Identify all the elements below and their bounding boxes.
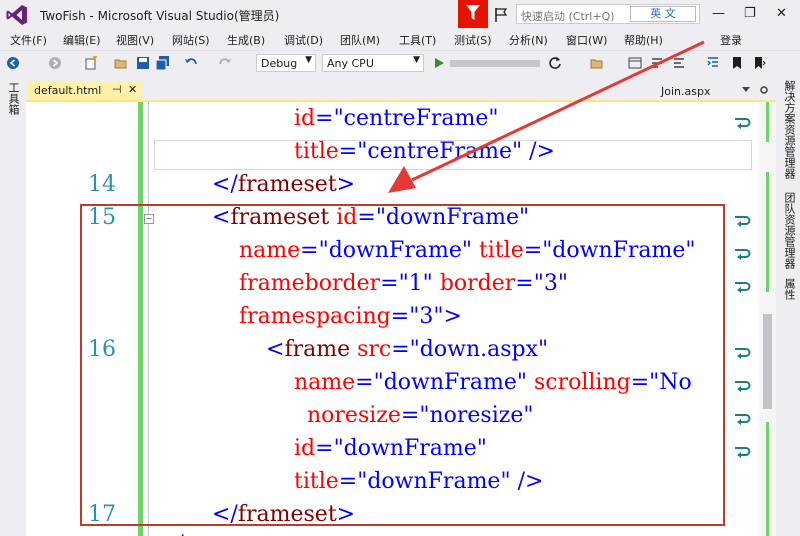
redo-icon[interactable] — [218, 56, 232, 70]
word-wrap-icon — [735, 282, 751, 293]
quick-launch-input[interactable]: 快速启动 (Ctrl+Q) 英 文 — [516, 4, 700, 24]
sign-in-link[interactable]: 登录 — [720, 32, 742, 48]
window-title: TwoFish - Microsoft Visual Studio(管理员) — [40, 9, 280, 23]
menu-bar: 文件(F) 编辑(E) 视图(V) 网站(S) 生成(B) 调试(D) 团队(M… — [0, 30, 800, 50]
solution-platform-select[interactable]: Any CPU ▼ — [322, 54, 424, 72]
undo-icon[interactable] — [184, 56, 198, 70]
restore-button[interactable]: ❐ — [744, 6, 756, 21]
word-wrap-icon — [735, 118, 751, 129]
start-debugging-icon[interactable] — [432, 56, 446, 70]
ime-language-indicator[interactable]: 英 文 — [630, 6, 696, 22]
minimize-button[interactable]: — — [712, 6, 725, 21]
solution-configuration-value: Debug — [261, 57, 298, 70]
properties-tab[interactable]: 属性 — [781, 278, 797, 300]
code-line: </frameset> — [212, 172, 356, 197]
close-button[interactable]: ✕ — [776, 6, 787, 21]
menu-debug[interactable]: 调试(D) — [284, 32, 323, 48]
document-tab-row: default.html ⊣ ✕ Join.aspx — [26, 76, 776, 100]
tab-join-aspx[interactable]: Join.aspx — [661, 85, 710, 98]
menu-view[interactable]: 视图(V) — [116, 32, 154, 48]
code-line-partial: </ — [158, 532, 184, 536]
code-editor[interactable]: − id="centreFrame" title="centreFrame" /… — [26, 100, 776, 536]
notification-flag-icon[interactable] — [494, 7, 508, 23]
standard-toolbar: Debug ▼ Any CPU ▼ — [0, 50, 800, 77]
team-explorer-tab[interactable]: 团队资源管理器 — [781, 192, 797, 269]
scroll-change-marker — [766, 102, 769, 142]
folder-icon[interactable] — [590, 56, 604, 70]
menu-tools[interactable]: 工具(T) — [399, 32, 436, 48]
menu-analyze[interactable]: 分析(N) — [509, 32, 548, 48]
solution-explorer-tab[interactable]: 解决方案资源管理器 — [781, 80, 797, 179]
indent-icon[interactable] — [706, 56, 720, 70]
visual-studio-logo-icon — [6, 5, 27, 25]
menu-build[interactable]: 生成(B) — [227, 32, 265, 48]
word-wrap-icon — [735, 447, 751, 458]
tab-label: default.html — [34, 84, 102, 97]
line-number: 14 — [88, 172, 116, 197]
solution-configuration-select[interactable]: Debug ▼ — [256, 54, 316, 72]
back-icon[interactable] — [6, 56, 20, 70]
word-wrap-icon — [735, 414, 751, 425]
menu-edit[interactable]: 编辑(E) — [63, 32, 101, 48]
close-tab-icon[interactable]: ✕ — [128, 83, 137, 96]
solution-platform-value: Any CPU — [327, 57, 374, 70]
save-icon[interactable] — [136, 56, 150, 70]
comment-icon[interactable] — [650, 56, 664, 70]
word-wrap-icon — [735, 381, 751, 392]
scroll-thumb[interactable] — [763, 314, 772, 409]
tab-default-html[interactable]: default.html ⊣ ✕ — [28, 81, 142, 100]
code-line: id="centreFrame" — [294, 106, 499, 131]
bookmark-prev-icon[interactable] — [752, 56, 766, 70]
layout-icon[interactable] — [628, 56, 642, 70]
tab-list-dropdown-icon[interactable] — [741, 86, 751, 94]
menu-window[interactable]: 窗口(W) — [566, 32, 607, 48]
settings-gear-icon[interactable] — [759, 84, 769, 96]
menu-test[interactable]: 测试(S) — [454, 32, 492, 48]
menu-team[interactable]: 团队(M) — [340, 32, 380, 48]
menu-file[interactable]: 文件(F) — [10, 32, 47, 48]
annotation-highlight-box — [80, 204, 725, 526]
quick-launch-placeholder: 快速启动 (Ctrl+Q) — [521, 10, 615, 23]
chevron-down-icon: ▼ — [305, 55, 312, 65]
bookmark-icon[interactable] — [730, 56, 744, 70]
title-bar: TwoFish - Microsoft Visual Studio(管理员) 快… — [0, 0, 800, 30]
vertical-scrollbar[interactable] — [759, 102, 776, 536]
code-line: title="centreFrame" /> — [294, 139, 555, 164]
save-all-icon[interactable] — [156, 56, 170, 70]
toolbox-tab[interactable]: 工具箱 — [5, 82, 21, 115]
word-wrap-icon — [735, 249, 751, 260]
browser-target-blurred[interactable] — [450, 60, 540, 67]
word-wrap-icon — [735, 348, 751, 359]
forward-icon[interactable] — [48, 56, 62, 70]
pin-icon[interactable]: ⊣ — [112, 83, 122, 96]
scroll-change-marker — [766, 422, 769, 536]
open-file-icon[interactable] — [114, 56, 128, 70]
left-tool-strip: 工具箱 — [0, 76, 22, 536]
right-tool-strip: 解决方案资源管理器 团队资源管理器 属性 — [776, 76, 800, 536]
menu-help[interactable]: 帮助(H) — [624, 32, 663, 48]
new-project-icon[interactable] — [84, 56, 98, 70]
menu-website[interactable]: 网站(S) — [172, 32, 210, 48]
uncomment-icon[interactable] — [672, 56, 686, 70]
feedback-filter-icon[interactable] — [458, 0, 488, 28]
chevron-down-icon: ▼ — [413, 55, 420, 65]
scroll-change-marker — [766, 172, 769, 292]
refresh-icon[interactable] — [548, 56, 562, 70]
word-wrap-icon — [735, 216, 751, 227]
